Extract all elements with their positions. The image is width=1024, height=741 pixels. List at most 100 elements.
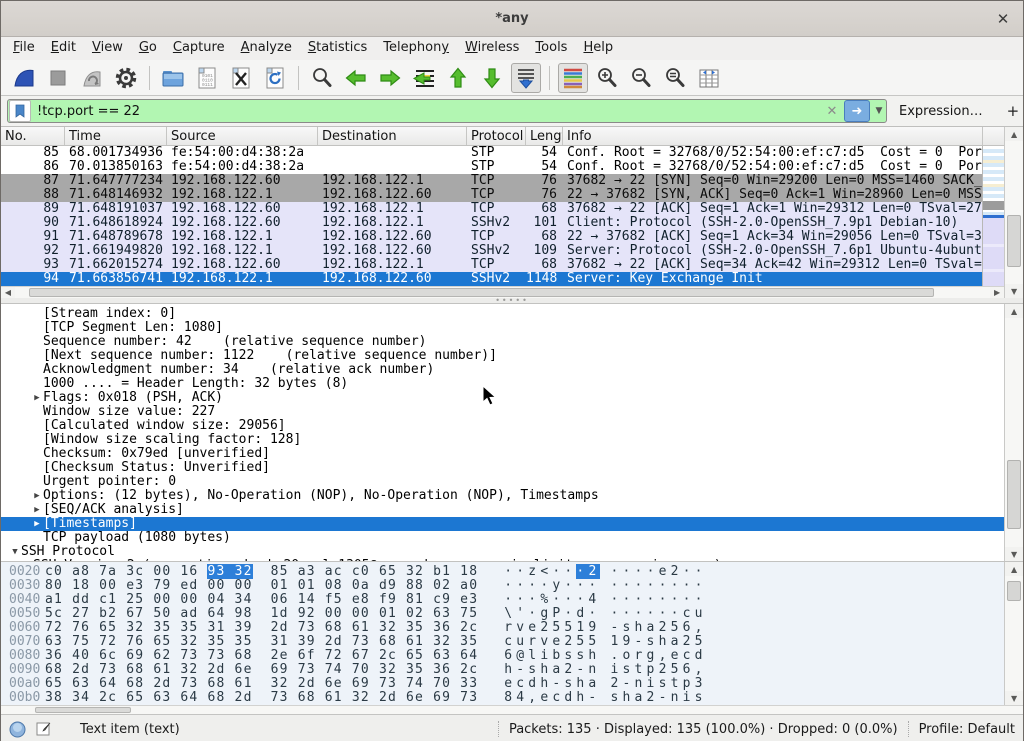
detail-line[interactable]: [Next sequence number: 1122 (relative se…	[1, 349, 1004, 363]
hex-row-0030[interactable]: 003080 18 00 e3 79 ed 00 0001 01 08 0a d…	[1, 579, 1004, 593]
go-to-packet-button[interactable]	[409, 63, 439, 93]
close-window-button[interactable]: ✕	[993, 9, 1013, 29]
scroll-up-icon[interactable]: ▲	[1005, 304, 1023, 318]
close-file-button[interactable]	[226, 63, 256, 93]
go-first-packet-button[interactable]	[443, 63, 473, 93]
expander-down-icon[interactable]: ▼	[9, 545, 21, 559]
detail-line[interactable]: Acknowledgment number: 34 (relative ack …	[1, 363, 1004, 377]
start-capture-button[interactable]	[9, 63, 39, 93]
menu-file[interactable]: File	[5, 37, 43, 60]
menu-tools[interactable]: Tools	[527, 37, 575, 60]
column-header-destination[interactable]: Destination	[318, 127, 467, 145]
expander-right-icon[interactable]: ▶	[31, 489, 43, 503]
apply-filter-button[interactable]: ➜	[844, 100, 870, 122]
title-bar[interactable]: *any ✕	[1, 1, 1023, 37]
detail-line[interactable]: Checksum: 0x79ed [unverified]	[1, 447, 1004, 461]
hex-row-00a0[interactable]: 00a065 63 64 68 2d 73 68 6132 2d 6e 69 7…	[1, 677, 1004, 691]
packet-list-hscrollbar[interactable]: ◀ ▶	[1, 286, 1004, 298]
expander-right-icon[interactable]: ▶	[31, 391, 43, 405]
menu-statistics[interactable]: Statistics	[300, 37, 375, 60]
column-header-length[interactable]: Length	[526, 127, 563, 145]
expander-right-icon[interactable]: ▶	[31, 503, 43, 517]
detail-line[interactable]: TCP payload (1080 bytes)	[1, 531, 1004, 545]
packet-row-91[interactable]: 9171.648789678192.168.122.1192.168.122.6…	[1, 230, 1004, 244]
detail-line[interactable]: 1000 .... = Header Length: 32 bytes (8)	[1, 377, 1004, 391]
restart-capture-button[interactable]	[77, 63, 107, 93]
column-header-protocol[interactable]: Protocol	[467, 127, 526, 145]
hex-row-0070[interactable]: 007063 75 72 76 65 32 35 3531 39 2d 73 6…	[1, 635, 1004, 649]
menu-view[interactable]: View	[84, 37, 131, 60]
detail-line[interactable]: ▶[Timestamps]	[1, 517, 1004, 531]
go-forward-button[interactable]	[375, 63, 405, 93]
detail-line[interactable]: [Checksum Status: Unverified]	[1, 461, 1004, 475]
packet-row-87[interactable]: 8771.647777234192.168.122.60192.168.122.…	[1, 174, 1004, 188]
detail-line[interactable]: ▶[SEQ/ACK analysis]	[1, 503, 1004, 517]
display-filter-input[interactable]	[32, 104, 822, 119]
packet-row-88[interactable]: 8871.648146932192.168.122.1192.168.122.6…	[1, 188, 1004, 202]
hex-row-0040[interactable]: 0040a1 dd c1 25 00 00 04 3406 14 f5 e8 f…	[1, 593, 1004, 607]
detail-line[interactable]: ▼SSH Protocol	[1, 545, 1004, 559]
reload-file-button[interactable]	[260, 63, 290, 93]
scroll-up-icon[interactable]: ▲	[1005, 562, 1023, 576]
scroll-down-icon[interactable]: ▼	[1005, 691, 1023, 705]
detail-line[interactable]: ▶Flags: 0x018 (PSH, ACK)	[1, 391, 1004, 405]
menu-analyze[interactable]: Analyze	[233, 37, 300, 60]
hex-dump[interactable]: 0020c0 a8 7a 3c 00 16 93 3285 a3 ac c0 6…	[1, 562, 1004, 705]
hscroll-thumb[interactable]	[29, 288, 934, 297]
profile-status[interactable]: Profile: Default	[919, 722, 1015, 737]
details-vscrollbar[interactable]: ▲ ▼	[1004, 304, 1023, 561]
colorize-packets-button[interactable]	[558, 63, 588, 93]
column-header-no[interactable]: No.	[1, 127, 65, 145]
menu-capture[interactable]: Capture	[165, 37, 233, 60]
capture-options-button[interactable]	[111, 63, 141, 93]
column-header-source[interactable]: Source	[167, 127, 318, 145]
scroll-up-icon[interactable]: ▲	[1005, 127, 1023, 141]
menu-help[interactable]: Help	[575, 37, 621, 60]
detail-line[interactable]: [Calculated window size: 29056]	[1, 419, 1004, 433]
expert-info-icon[interactable]	[9, 721, 26, 738]
clear-filter-button[interactable]: ✕	[822, 100, 842, 122]
detail-line[interactable]: [TCP Segment Len: 1080]	[1, 321, 1004, 335]
capture-comment-icon[interactable]	[36, 721, 52, 737]
auto-scroll-button[interactable]	[511, 63, 541, 93]
detail-line[interactable]: Sequence number: 42 (relative sequence n…	[1, 335, 1004, 349]
save-file-button[interactable]: 010101100111	[192, 63, 222, 93]
go-last-packet-button[interactable]	[477, 63, 507, 93]
packet-row-93[interactable]: 9371.662015274192.168.122.60192.168.122.…	[1, 258, 1004, 272]
detail-line[interactable]: Urgent pointer: 0	[1, 475, 1004, 489]
zoom-in-button[interactable]	[592, 63, 622, 93]
packet-row-90[interactable]: 9071.648618924192.168.122.60192.168.122.…	[1, 216, 1004, 230]
stop-capture-button[interactable]	[43, 63, 73, 93]
filter-bookmark-button[interactable]	[9, 100, 31, 122]
filter-history-dropdown[interactable]: ▼	[872, 100, 886, 122]
detail-line[interactable]: ▶Options: (12 bytes), No-Operation (NOP)…	[1, 489, 1004, 503]
detail-line[interactable]: Window size value: 227	[1, 405, 1004, 419]
menu-telephony[interactable]: Telephony	[375, 37, 457, 60]
expression-button[interactable]: Expression…	[899, 104, 983, 119]
vscroll-thumb[interactable]	[1007, 215, 1021, 266]
hex-row-0080[interactable]: 008036 40 6c 69 62 73 73 682e 6f 72 67 2…	[1, 649, 1004, 663]
expander-right-icon[interactable]: ▶	[31, 517, 43, 531]
scroll-down-icon[interactable]: ▼	[1005, 284, 1023, 298]
detail-line[interactable]: [Stream index: 0]	[1, 307, 1004, 321]
menu-wireless[interactable]: Wireless	[457, 37, 527, 60]
hex-row-0060[interactable]: 006072 76 65 32 35 35 31 392d 73 68 61 3…	[1, 621, 1004, 635]
open-file-button[interactable]	[158, 63, 188, 93]
find-packet-button[interactable]	[307, 63, 337, 93]
hex-row-0050[interactable]: 00505c 27 b2 67 50 ad 64 981d 92 00 00 0…	[1, 607, 1004, 621]
resize-columns-button[interactable]	[694, 63, 724, 93]
menu-go[interactable]: Go	[131, 37, 165, 60]
add-filter-button[interactable]: +	[1007, 102, 1020, 120]
packet-row-85[interactable]: 8568.001734936fe:54:00:d4:38:2aSTP54Conf…	[1, 146, 1004, 160]
intelligent-scrollbar-minimap[interactable]	[982, 146, 1004, 286]
detail-line[interactable]: [Window size scaling factor: 128]	[1, 433, 1004, 447]
scroll-down-icon[interactable]: ▼	[1005, 547, 1023, 561]
scroll-right-icon[interactable]: ▶	[990, 287, 1004, 298]
column-header-time[interactable]: Time	[65, 127, 167, 145]
packet-row-92[interactable]: 9271.661949820192.168.122.1192.168.122.6…	[1, 244, 1004, 258]
packet-row-89[interactable]: 8971.648191037192.168.122.60192.168.122.…	[1, 202, 1004, 216]
hex-hscrollbar[interactable]	[1, 705, 1023, 714]
menu-edit[interactable]: Edit	[43, 37, 84, 60]
column-header-info[interactable]: Info	[563, 127, 983, 145]
vscroll-thumb[interactable]	[1007, 581, 1021, 602]
